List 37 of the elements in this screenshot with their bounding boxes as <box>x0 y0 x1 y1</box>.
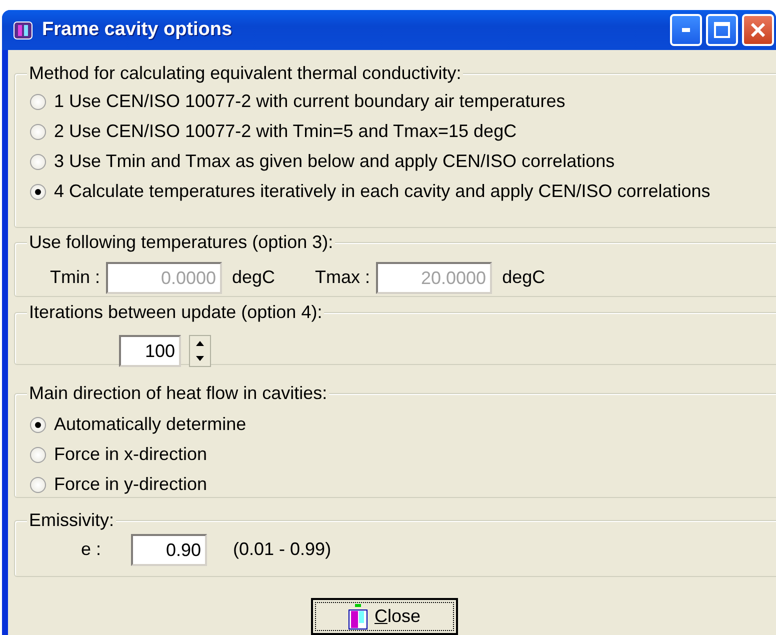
radio-button[interactable] <box>30 447 46 463</box>
radio-button[interactable] <box>30 154 46 170</box>
radio-label[interactable]: 2 Use CEN/ISO 10077-2 with Tmin=5 and Tmax=15 degC <box>54 121 517 143</box>
app-icon <box>12 19 34 41</box>
group-label: Use following temperatures (option 3): <box>27 232 336 254</box>
radio-button[interactable] <box>30 184 46 200</box>
minimize-icon <box>682 28 690 32</box>
radio-label[interactable]: 1 Use CEN/ISO 10077-2 with current boundary air temperatures <box>54 91 566 113</box>
radio-label[interactable]: Force in x-direction <box>54 444 208 466</box>
field-label: e : <box>81 539 102 561</box>
door-icon <box>348 604 368 630</box>
window-title: Frame cavity options <box>42 18 232 42</box>
group-label: Method for calculating equivalent thermal conductivity: <box>27 63 464 85</box>
radio-label[interactable]: 3 Use Tmin and Tmax as given below and apply CEN/ISO correlations <box>54 151 615 173</box>
group-label: Iterations between update (option 4): <box>27 302 324 324</box>
radio-label[interactable]: Automatically determine <box>54 414 246 436</box>
maximize-icon <box>714 22 730 38</box>
radio-button[interactable] <box>30 477 46 493</box>
radio-label[interactable]: Force in y-direction <box>54 474 208 496</box>
radio-label[interactable]: 4 Calculate temperatures iteratively in each cavity and apply CEN/ISO correlations <box>54 181 710 203</box>
radio-button[interactable] <box>30 94 46 110</box>
emissivity-field[interactable]: 0.90 <box>131 534 208 566</box>
radio-button[interactable] <box>30 417 46 433</box>
unit-label: degC <box>502 267 546 289</box>
spin-buttons[interactable] <box>189 335 211 367</box>
field-label: Tmax : <box>315 267 370 289</box>
field-label: Tmin : <box>50 267 100 289</box>
maximize-button[interactable] <box>706 14 738 46</box>
range-label: (0.01 - 0.99) <box>233 539 332 561</box>
close-button[interactable] <box>742 14 774 46</box>
iterations-field[interactable]: 100 <box>119 335 181 367</box>
group-label: Emissivity: <box>27 510 116 532</box>
radio-button[interactable] <box>30 124 46 140</box>
unit-label: degC <box>232 267 276 289</box>
close-button[interactable]: Close <box>311 598 458 635</box>
close-icon <box>751 23 765 37</box>
minimize-button[interactable] <box>670 14 702 46</box>
